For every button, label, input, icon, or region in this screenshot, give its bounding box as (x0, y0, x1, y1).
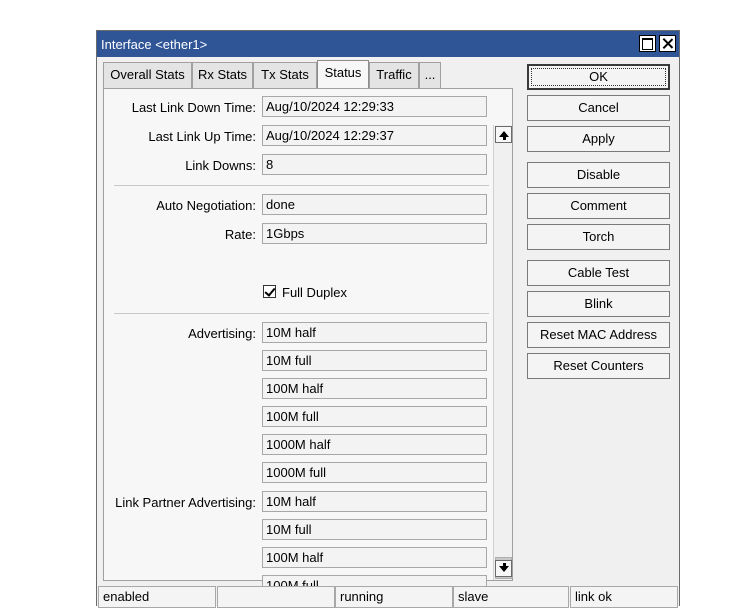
link-partner-advertising-item[interactable]: 100M half (262, 547, 487, 568)
reset-counters-button[interactable]: Reset Counters (527, 353, 670, 379)
maximize-icon[interactable] (639, 35, 656, 52)
status-slave: slave (453, 586, 569, 608)
blink-button[interactable]: Blink (527, 291, 670, 317)
title-bar[interactable]: Interface <ether1> (97, 31, 679, 57)
full-duplex-checkbox[interactable] (263, 285, 276, 298)
tab-more[interactable]: ... (419, 62, 441, 88)
advertising-item[interactable]: 10M full (262, 350, 487, 371)
last-link-down-time-field[interactable]: Aug/10/2024 12:29:33 (262, 96, 487, 117)
cancel-button[interactable]: Cancel (527, 95, 670, 121)
tab-overall-stats[interactable]: Overall Stats (103, 62, 192, 88)
interface-window: Interface <ether1> Overall Stats Rx Stat… (96, 30, 680, 608)
scroll-up-button[interactable] (495, 126, 512, 143)
advertising-item[interactable]: 1000M half (262, 434, 487, 455)
reset-mac-address-button[interactable]: Reset MAC Address (527, 322, 670, 348)
link-downs-field[interactable]: 8 (262, 154, 487, 175)
status-enabled: enabled (98, 586, 216, 608)
last-link-up-time-field[interactable]: Aug/10/2024 12:29:37 (262, 125, 487, 146)
tab-tx-stats[interactable]: Tx Stats (253, 62, 317, 88)
link-partner-advertising-item[interactable]: 10M full (262, 519, 487, 540)
tab-traffic[interactable]: Traffic (369, 62, 419, 88)
full-duplex-label: Full Duplex (282, 285, 348, 300)
close-icon[interactable] (659, 35, 676, 52)
window-title: Interface <ether1> (101, 37, 208, 52)
comment-button[interactable]: Comment (527, 193, 670, 219)
link-partner-advertising-label: Link Partner Advertising: (115, 495, 256, 510)
disable-button[interactable]: Disable (527, 162, 670, 188)
rate-field[interactable]: 1Gbps (262, 223, 487, 244)
advertising-item[interactable]: 10M half (262, 322, 487, 343)
auto-negotiation-field[interactable]: done (262, 194, 487, 215)
arrow-down-icon (499, 563, 509, 572)
advertising-item[interactable]: 100M half (262, 378, 487, 399)
status-panel: Last Link Down Time: Aug/10/2024 12:29:3… (103, 88, 513, 596)
torch-button[interactable]: Torch (527, 224, 670, 250)
last-link-down-time-label: Last Link Down Time: (131, 100, 256, 115)
status-link: link ok (570, 586, 678, 608)
last-link-up-time-label: Last Link Up Time: (148, 129, 256, 144)
advertising-item[interactable]: 100M full (262, 406, 487, 427)
link-partner-advertising-item[interactable]: 10M half (262, 491, 487, 512)
tab-status[interactable]: Status (317, 60, 369, 89)
separator (114, 185, 489, 186)
vertical-scrollbar[interactable] (493, 125, 512, 580)
scroll-down-button[interactable] (495, 560, 512, 577)
cable-test-button[interactable]: Cable Test (527, 260, 670, 286)
advertising-item[interactable]: 1000M full (262, 462, 487, 483)
tab-rx-stats[interactable]: Rx Stats (192, 62, 253, 88)
advertising-label: Advertising: (188, 326, 256, 341)
link-downs-label: Link Downs: (185, 158, 256, 173)
auto-negotiation-label: Auto Negotiation: (156, 198, 256, 213)
status-empty (217, 586, 335, 608)
separator (114, 313, 489, 314)
apply-button[interactable]: Apply (527, 126, 670, 152)
ok-button[interactable]: OK (527, 64, 670, 90)
status-running: running (335, 586, 453, 608)
arrow-up-icon (499, 131, 509, 140)
rate-label: Rate: (224, 227, 256, 242)
